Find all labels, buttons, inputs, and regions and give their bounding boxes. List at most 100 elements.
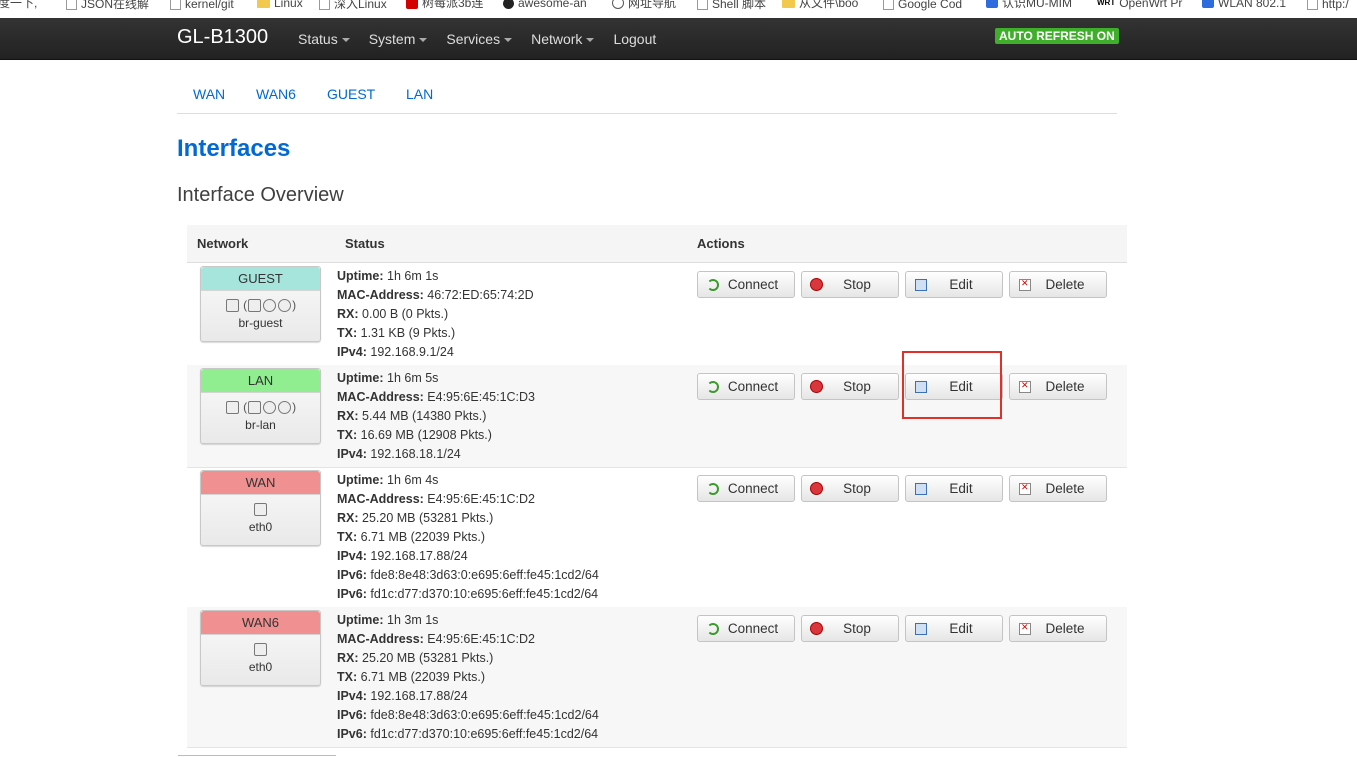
edit-button[interactable]: Edit bbox=[905, 475, 1003, 502]
button-label: Edit bbox=[949, 621, 973, 636]
bookmark-label: http:/ bbox=[1322, 0, 1349, 11]
status-value: 192.168.9.1/24 bbox=[370, 345, 454, 359]
bookmark-item[interactable]: 网址导航 bbox=[612, 0, 676, 9]
menu-label: System bbox=[368, 31, 416, 47]
page-title: Interfaces bbox=[177, 135, 291, 162]
menu-label: Status bbox=[298, 31, 338, 47]
bookmark-label: 认识MU-MIM bbox=[1002, 0, 1072, 10]
stop-button[interactable]: Stop bbox=[801, 475, 899, 502]
menu-network[interactable]: Network bbox=[531, 31, 595, 47]
tab-wan6[interactable]: WAN6 bbox=[256, 86, 296, 102]
auto-refresh-toggle[interactable]: AUTO REFRESH ON bbox=[995, 28, 1119, 44]
blue-icon bbox=[1202, 0, 1214, 8]
bookmark-item[interactable]: kernel/git bbox=[170, 0, 234, 10]
delete-button[interactable]: Delete bbox=[1009, 271, 1107, 298]
bookmark-item[interactable]: 树莓派3b连 bbox=[406, 0, 483, 9]
bookmark-label: 度一下, bbox=[0, 0, 38, 10]
delete-button[interactable]: Delete bbox=[1009, 615, 1107, 642]
folder-icon bbox=[782, 0, 795, 8]
bookmark-item[interactable]: Linux bbox=[257, 0, 303, 9]
button-label: Delete bbox=[1045, 277, 1085, 292]
status-key: IPv6: bbox=[337, 568, 367, 582]
status-key: RX: bbox=[337, 651, 359, 665]
bridge-icon bbox=[225, 401, 239, 415]
divider bbox=[178, 755, 336, 756]
status-line: RX: 5.44 MB (14380 Pkts.) bbox=[337, 407, 535, 426]
interface-badge[interactable]: WAN6 eth0 bbox=[200, 610, 321, 686]
tab-lan[interactable]: LAN bbox=[406, 86, 433, 102]
status-key: IPv4: bbox=[337, 549, 367, 563]
stop-button[interactable]: Stop bbox=[801, 615, 899, 642]
bookmark-label: JSON在线解 bbox=[81, 0, 150, 11]
status-key: RX: bbox=[337, 409, 359, 423]
button-label: Connect bbox=[727, 379, 779, 394]
tab-guest[interactable]: GUEST bbox=[327, 86, 375, 102]
interface-badge[interactable]: GUEST () br-guest bbox=[200, 266, 321, 342]
bridge-icon bbox=[225, 299, 239, 313]
interface-name: GUEST bbox=[201, 267, 320, 291]
edit-button[interactable]: Edit bbox=[905, 271, 1003, 298]
caret-down-icon bbox=[341, 38, 350, 43]
status-line: RX: 25.20 MB (53281 Pkts.) bbox=[337, 649, 599, 668]
bookmark-item[interactable]: WRT OpenWrt Pr bbox=[1097, 0, 1182, 9]
interface-status: Uptime: 1h 6m 4s MAC-Address: E4:95:6E:45… bbox=[337, 471, 599, 604]
menu-logout[interactable]: Logout bbox=[613, 31, 656, 47]
menu-label: Services bbox=[446, 31, 501, 47]
status-value: 1h 6m 4s bbox=[387, 473, 439, 487]
bookmark-item[interactable]: 度一下, bbox=[0, 0, 37, 9]
bookmark-item[interactable]: Shell 脚本 bbox=[697, 0, 766, 10]
page-icon bbox=[170, 0, 181, 10]
status-value: 16.69 MB (12908 Pkts.) bbox=[360, 428, 492, 442]
bookmark-item[interactable]: 深入Linux bbox=[319, 0, 387, 10]
status-line: Uptime: 1h 3m 1s bbox=[337, 611, 599, 630]
button-label: Connect bbox=[727, 277, 779, 292]
status-line: TX: 6.71 MB (22039 Pkts.) bbox=[337, 668, 599, 687]
status-line: Uptime: 1h 6m 4s bbox=[337, 471, 599, 490]
connect-button[interactable]: Connect bbox=[697, 475, 795, 502]
tab-wan[interactable]: WAN bbox=[193, 86, 225, 102]
connect-button[interactable]: Connect bbox=[697, 615, 795, 642]
bookmark-label: Google Cod bbox=[898, 0, 963, 11]
bookmark-item[interactable]: http:/ bbox=[1307, 0, 1349, 10]
status-line: IPv6: fd1c:d77:d370:10:e695:6eff:fe45:1c… bbox=[337, 725, 599, 744]
header-status: Status bbox=[345, 236, 385, 251]
bookmark-item[interactable]: Google Cod bbox=[883, 0, 962, 10]
status-value: fde8:8e48:3d63:0:e695:6eff:fe45:1cd2/64 bbox=[370, 708, 599, 722]
connect-button[interactable]: Connect bbox=[697, 271, 795, 298]
status-value: 1.31 KB (9 Pkts.) bbox=[360, 326, 456, 340]
bookmark-label: 从文件\boo bbox=[799, 0, 859, 10]
brand-title[interactable]: GL-B1300 bbox=[177, 26, 268, 49]
status-key: Uptime: bbox=[337, 613, 384, 627]
bookmark-item[interactable]: awesome-an bbox=[503, 0, 587, 9]
status-key: Uptime: bbox=[337, 269, 384, 283]
menu-services[interactable]: Services bbox=[446, 31, 513, 47]
caret-down-icon bbox=[586, 38, 595, 43]
blue-icon bbox=[986, 0, 998, 8]
connect-button[interactable]: Connect bbox=[697, 373, 795, 400]
status-value: 46:72:ED:65:74:2D bbox=[427, 288, 534, 302]
bookmark-item[interactable]: 从文件\boo bbox=[782, 0, 858, 9]
stop-button[interactable]: Stop bbox=[801, 271, 899, 298]
interface-badge[interactable]: WAN eth0 bbox=[200, 470, 321, 546]
stop-button[interactable]: Stop bbox=[801, 373, 899, 400]
delete-button[interactable]: Delete bbox=[1009, 373, 1107, 400]
bookmark-item[interactable]: 认识MU-MIM bbox=[986, 0, 1072, 9]
menu-status[interactable]: Status bbox=[298, 31, 350, 47]
status-key: TX: bbox=[337, 530, 358, 544]
status-key: IPv6: bbox=[337, 727, 367, 741]
interface-status: Uptime: 1h 6m 1s MAC-Address: 46:72:ED:65… bbox=[337, 267, 534, 362]
bookmark-item[interactable]: WLAN 802.1 bbox=[1202, 0, 1286, 9]
interface-badge[interactable]: LAN () br-lan bbox=[200, 368, 321, 444]
header-network: Network bbox=[197, 236, 249, 251]
status-key: MAC-Address: bbox=[337, 492, 424, 506]
highlight-box bbox=[902, 351, 1002, 419]
edit-button[interactable]: Edit bbox=[905, 615, 1003, 642]
section-title: Interface Overview bbox=[177, 184, 344, 206]
row-actions: Connect Stop Edit Delete bbox=[697, 475, 1113, 502]
status-key: IPv4: bbox=[337, 345, 367, 359]
bookmark-item[interactable]: JSON在线解 bbox=[66, 0, 149, 10]
delete-button[interactable]: Delete bbox=[1009, 475, 1107, 502]
menu-system[interactable]: System bbox=[369, 31, 428, 47]
status-line: RX: 0.00 B (0 Pkts.) bbox=[337, 305, 534, 324]
status-key: TX: bbox=[337, 326, 358, 340]
